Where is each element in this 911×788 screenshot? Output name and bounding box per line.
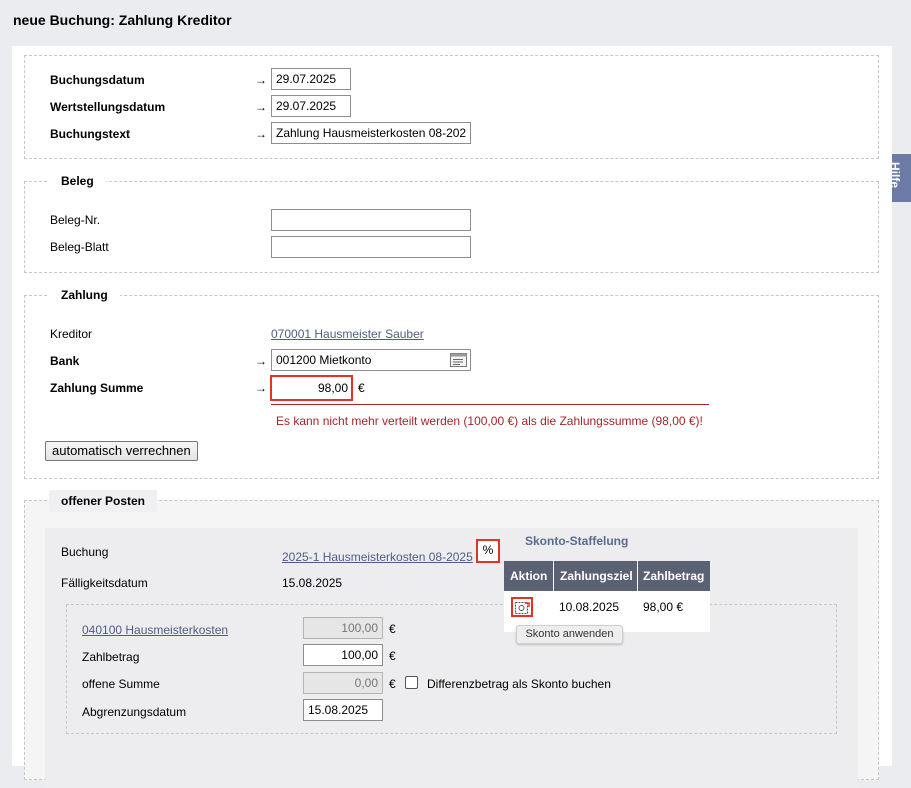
booking-section: Buchungsdatum → 29.07.2025 Wertstellungs…: [24, 55, 879, 159]
buchung-label: Buchung: [61, 545, 109, 559]
zahlbetrag-input[interactable]: 100,00: [303, 644, 383, 666]
required-arrow-icon: →: [255, 381, 267, 395]
open-items-section: offener Posten Buchung 2025-1 Hausmeiste…: [24, 490, 879, 788]
kreditor-link[interactable]: 070001 Hausmeister Sauber: [271, 327, 424, 341]
offene-summe-label: offene Summe: [82, 677, 160, 691]
bank-select[interactable]: 001200 Mietkonto: [271, 349, 471, 371]
account-currency: €: [389, 622, 396, 636]
skonto-header-zahlbetrag: Zahlbetrag: [643, 569, 705, 583]
booking-date-label: Buchungsdatum: [50, 73, 145, 87]
beleg-blatt-input[interactable]: [271, 236, 471, 258]
zahlung-legend: Zahlung: [49, 288, 120, 302]
abgrenzung-input[interactable]: 15.08.2025: [303, 699, 383, 721]
required-arrow-icon: →: [255, 100, 267, 114]
required-arrow-icon: →: [255, 73, 267, 87]
beleg-legend: Beleg: [49, 174, 106, 188]
beleg-nr-label: Beleg-Nr.: [50, 213, 101, 227]
apply-skonto-highlight: [511, 597, 533, 617]
diff-skonto-checkbox[interactable]: [405, 676, 418, 689]
skonto-zahlbetrag: 98,00 €: [643, 600, 684, 614]
skonto-header-aktion: Aktion: [510, 569, 548, 583]
diff-skonto-label: Differenzbetrag als Skonto buchen: [427, 677, 611, 691]
zahlbetrag-currency: €: [389, 649, 396, 663]
beleg-nr-input[interactable]: [271, 209, 471, 231]
offene-summe-value: 0,00: [303, 672, 383, 694]
kreditor-label: Kreditor: [50, 327, 93, 341]
error-message: Es kann nicht mehr verteilt werden (100,…: [276, 414, 703, 428]
bank-value: 001200 Mietkonto: [276, 353, 372, 367]
value-date-input[interactable]: 29.07.2025: [271, 95, 351, 117]
zahlung-section: Zahlung Kreditor 070001 Hausmeister Saub…: [24, 288, 879, 479]
required-arrow-icon: →: [255, 127, 267, 141]
open-item-card: Buchung 2025-1 Hausmeisterkosten 08-2025…: [45, 528, 858, 788]
buchung-link[interactable]: 2025-1 Hausmeisterkosten 08-2025: [282, 550, 473, 564]
skonto-header-divider: [553, 561, 554, 591]
booking-date-input[interactable]: 29.07.2025: [271, 68, 351, 90]
skonto-zahlungsziel: 10.08.2025: [559, 600, 620, 614]
required-arrow-icon: →: [255, 354, 267, 368]
faellig-value: 15.08.2025: [282, 576, 343, 590]
booking-text-label: Buchungstext: [50, 127, 131, 141]
main-panel: Buchungsdatum → 29.07.2025 Wertstellungs…: [12, 46, 892, 788]
abgrenzung-label: Abgrenzungsdatum: [82, 705, 187, 719]
beleg-section: Beleg Beleg-Nr. Beleg-Blatt: [24, 174, 879, 273]
list-picker-icon[interactable]: [450, 353, 467, 367]
bank-label: Bank: [50, 354, 80, 368]
auto-allocate-button[interactable]: automatisch verrechnen: [45, 441, 198, 461]
zahlbetrag-label: Zahlbetrag: [82, 650, 140, 664]
skonto-header-divider: [637, 561, 638, 591]
page-title: neue Buchung: Zahlung Kreditor: [13, 12, 232, 28]
account-amount: 100,00: [303, 617, 383, 639]
open-items-legend: offener Posten: [49, 490, 158, 512]
sum-label: Zahlung Summe: [50, 381, 144, 395]
skonto-table: Aktion Zahlungsziel Zahlbetrag 10.08.202…: [504, 561, 710, 632]
account-link[interactable]: 040100 Hausmeisterkosten: [82, 623, 228, 637]
error-divider: [271, 404, 709, 405]
allocation-box: 040100 Hausmeisterkosten 100,00 € Zahlbe…: [66, 604, 837, 734]
skonto-title: Skonto-Staffelung: [525, 534, 629, 548]
value-date-label: Wertstellungsdatum: [50, 100, 166, 114]
skonto-header-zahlungsziel: Zahlungsziel: [560, 569, 633, 583]
faellig-label: Fälligkeitsdatum: [61, 576, 148, 590]
sum-input-highlight: [270, 375, 353, 401]
beleg-blatt-label: Beleg-Blatt: [50, 240, 109, 254]
booking-text-input[interactable]: Zahlung Hausmeisterkosten 08-202: [271, 122, 471, 144]
sum-currency: €: [358, 381, 365, 395]
apply-skonto-tooltip: Skonto anwenden: [516, 625, 623, 644]
percent-button-highlight: [476, 539, 500, 563]
offene-summe-currency: €: [389, 677, 396, 691]
